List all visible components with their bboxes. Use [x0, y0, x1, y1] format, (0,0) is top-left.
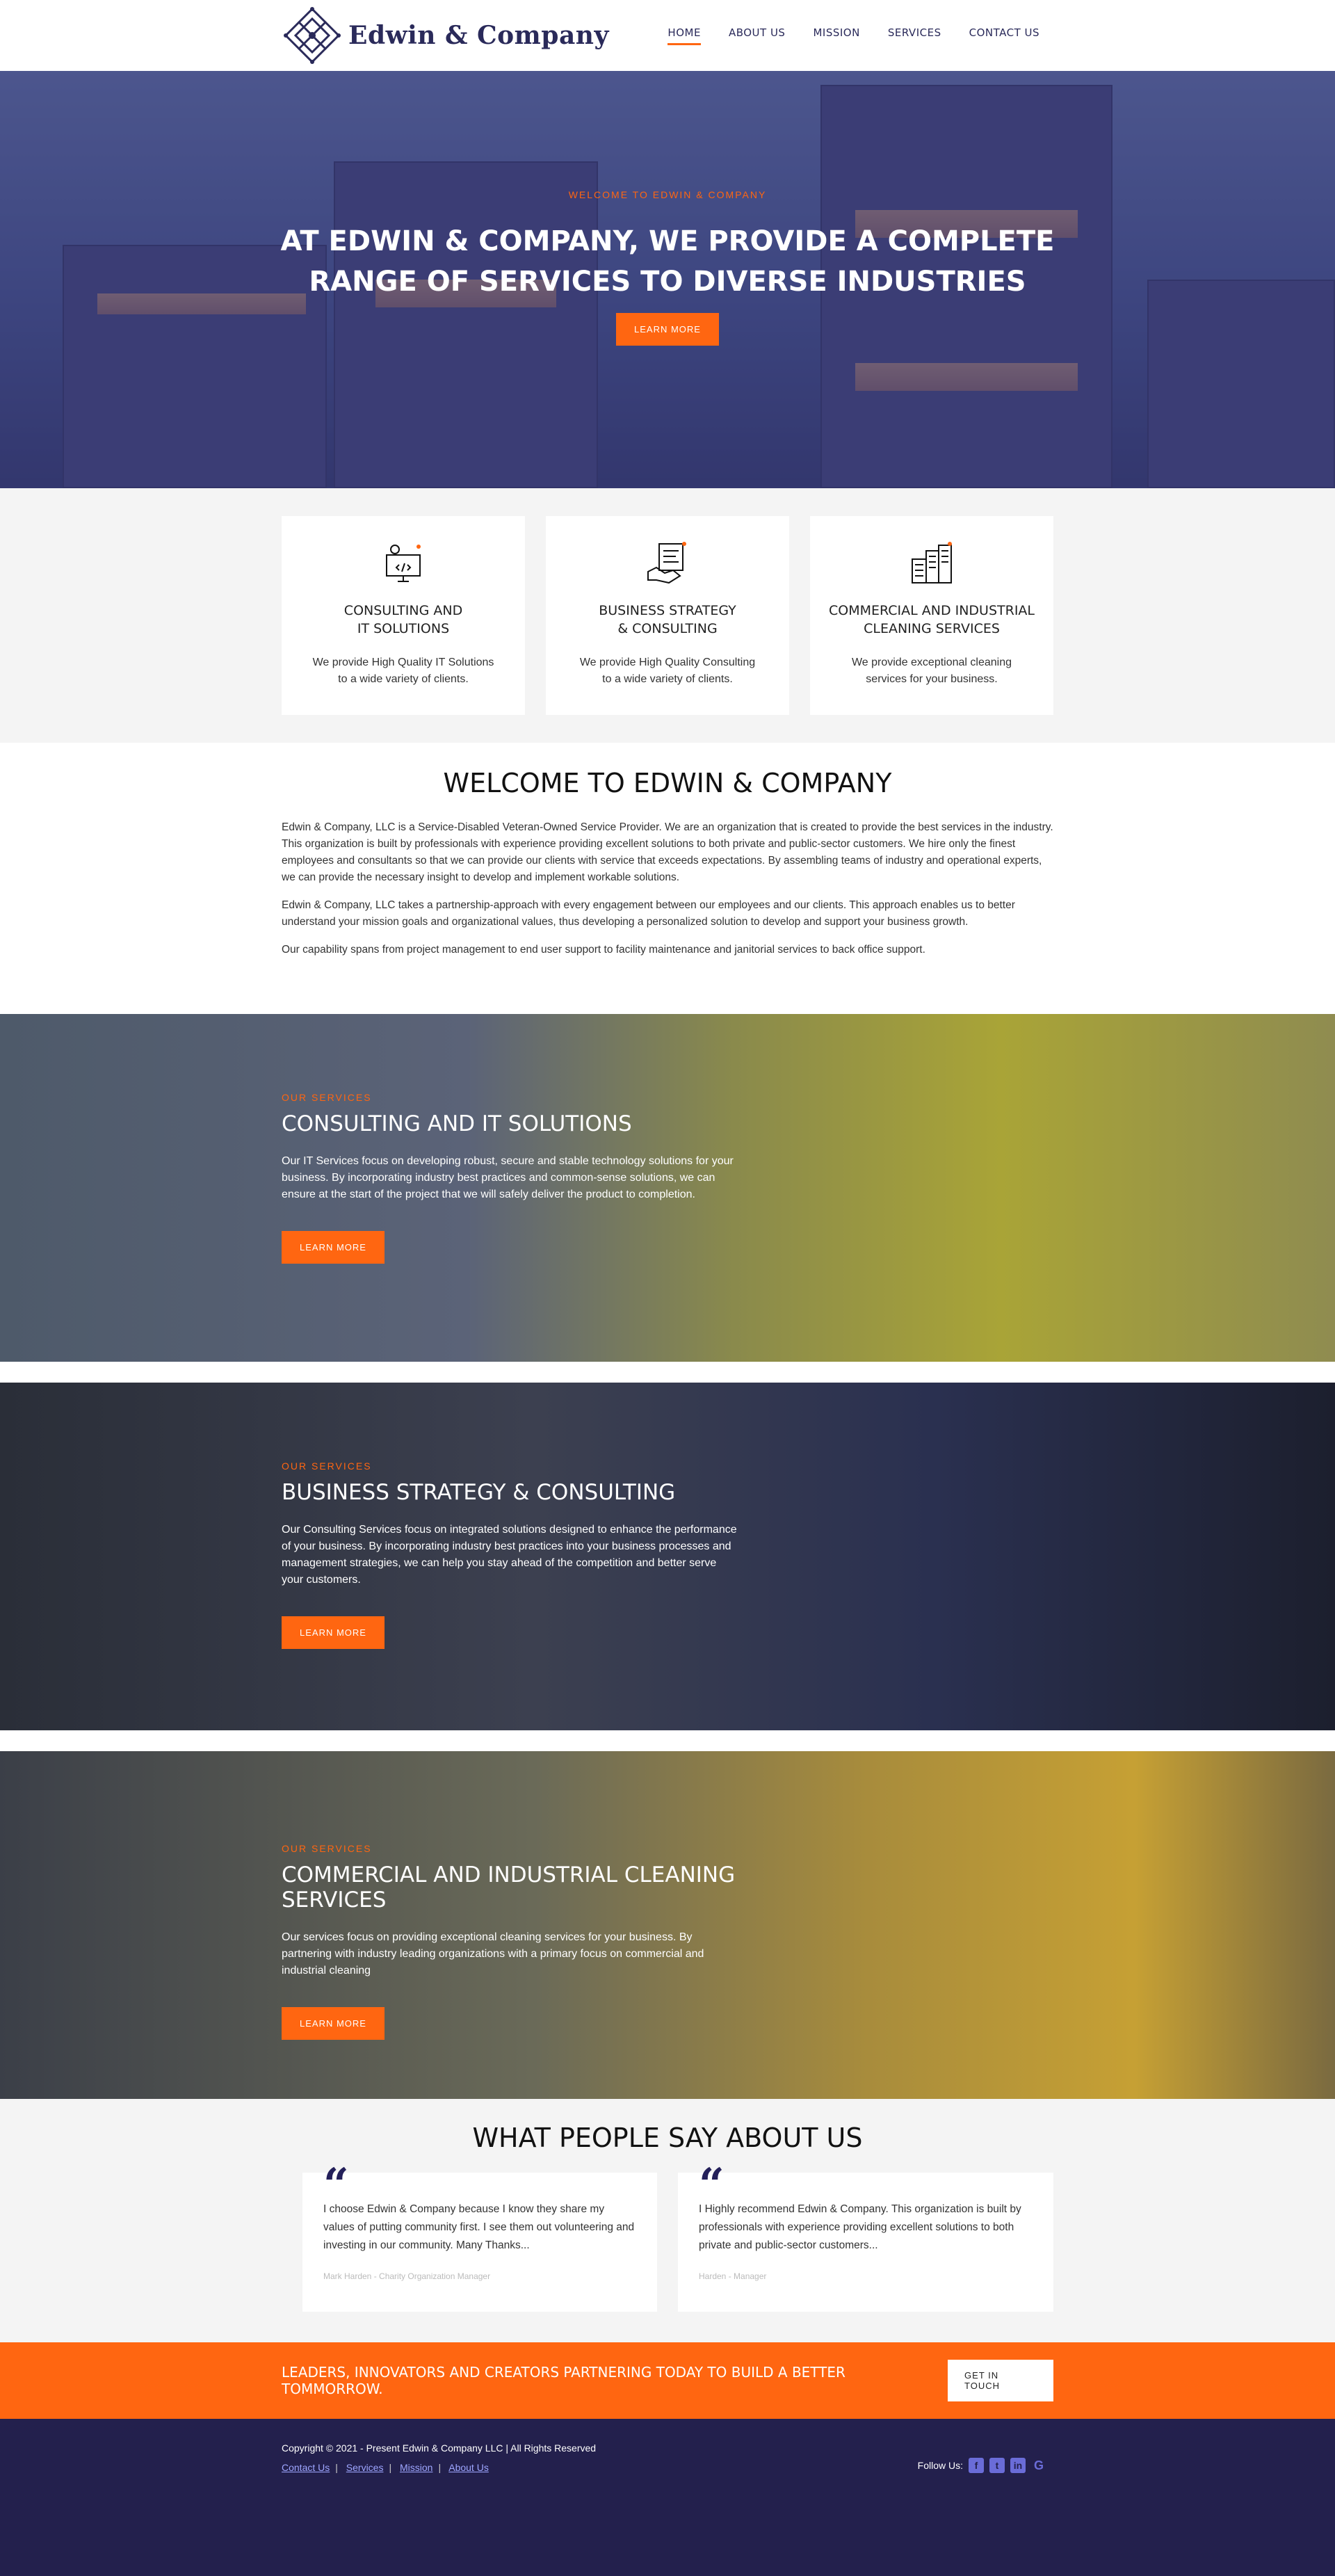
- service-card-cleaning[interactable]: COMMERCIAL AND INDUSTRIAL CLEANING SERVI…: [810, 516, 1053, 715]
- social-links: Follow Us: f t in G: [918, 2458, 1046, 2473]
- hero-title-line-2: RANGE OF SERVICES TO DIVERSE INDUSTRIES: [309, 266, 1026, 298]
- service-card-it[interactable]: CONSULTING AND IT SOLUTIONS We provide H…: [282, 516, 525, 715]
- hero-content: WELCOME TO EDWIN & COMPANY AT EDWIN & CO…: [0, 189, 1335, 346]
- hero-title-line-1: AT EDWIN & COMPANY, WE PROVIDE A COMPLET…: [280, 225, 1055, 257]
- band-title: BUSINESS STRATEGY & CONSULTING: [282, 1480, 676, 1505]
- welcome-paragraph: Edwin & Company, LLC takes a partnership…: [282, 899, 1015, 928]
- card-text: We provide High Quality Consulting to a …: [579, 657, 756, 685]
- band-title: CONSULTING AND IT SOLUTIONS: [282, 1111, 632, 1136]
- footer-link-contact[interactable]: Contact Us: [282, 2462, 330, 2473]
- quote-icon: “: [699, 2159, 725, 2211]
- testimonial-text: I choose Edwin & Company because I know …: [323, 2203, 635, 2251]
- service-cards-section: CONSULTING AND IT SOLUTIONS We provide H…: [0, 488, 1335, 743]
- testimonials-section: WHAT PEOPLE SAY ABOUT US “ I choose Edwi…: [0, 2099, 1335, 2342]
- testimonial-card: “ I choose Edwin & Company because I kno…: [302, 2163, 657, 2312]
- band-title: COMMERCIAL AND INDUSTRIAL CLEANING SERVI…: [282, 1862, 736, 1913]
- it-solutions-icon: [386, 545, 421, 582]
- buildings-icon: [912, 542, 952, 583]
- site-header: Edwin & Company HOME ABOUT US MISSION SE…: [0, 0, 1335, 71]
- footer-links: Contact Us | Services | Mission | About Us: [282, 2462, 489, 2473]
- testimonial-author: Harden - Manager: [699, 2271, 767, 2281]
- band-eyebrow: OUR SERVICES: [282, 1843, 372, 1854]
- learn-more-button[interactable]: LEARN MORE: [282, 1231, 385, 1264]
- get-in-touch-button[interactable]: GET IN TOUCH: [948, 2360, 1053, 2401]
- quote-icon: “: [323, 2159, 349, 2211]
- twitter-icon[interactable]: t: [989, 2458, 1005, 2473]
- linkedin-icon[interactable]: in: [1010, 2458, 1026, 2473]
- logo[interactable]: Edwin & Company: [282, 5, 609, 66]
- band-eyebrow: OUR SERVICES: [282, 1460, 372, 1472]
- nav-contact-us[interactable]: CONTACT US: [969, 26, 1039, 45]
- service-card-strategy[interactable]: BUSINESS STRATEGY & CONSULTING We provid…: [546, 516, 789, 715]
- hero-eyebrow: WELCOME TO EDWIN & COMPANY: [568, 189, 767, 200]
- google-icon[interactable]: G: [1031, 2458, 1046, 2473]
- band-content: OUR SERVICES BUSINESS STRATEGY & CONSULT…: [282, 1460, 741, 1649]
- service-band-cleaning: OUR SERVICES COMMERCIAL AND INDUSTRIAL C…: [0, 1751, 1335, 2099]
- service-band-it: OUR SERVICES CONSULTING AND IT SOLUTIONS…: [0, 1014, 1335, 1362]
- welcome-paragraph: Our capability spans from project manage…: [282, 944, 925, 956]
- band-eyebrow: OUR SERVICES: [282, 1092, 372, 1103]
- card-text: We provide exceptional cleaning services…: [851, 657, 1012, 685]
- band-content: OUR SERVICES CONSULTING AND IT SOLUTIONS…: [282, 1092, 741, 1264]
- card-text: We provide High Quality IT Solutions to …: [312, 657, 494, 685]
- card-title: BUSINESS STRATEGY & CONSULTING: [599, 603, 736, 636]
- facebook-icon[interactable]: f: [969, 2458, 984, 2473]
- hero-banner: WELCOME TO EDWIN & COMPANY AT EDWIN & CO…: [0, 71, 1335, 488]
- hero-title: AT EDWIN & COMPANY, WE PROVIDE A COMPLET…: [0, 221, 1335, 302]
- service-band-strategy: OUR SERVICES BUSINESS STRATEGY & CONSULT…: [0, 1383, 1335, 1730]
- band-text: Our Consulting Services focus on integra…: [282, 1524, 737, 1586]
- testimonials-title: WHAT PEOPLE SAY ABOUT US: [472, 2123, 863, 2153]
- band-text: Our services focus on providing exceptio…: [282, 1931, 704, 1977]
- welcome-section: WELCOME TO EDWIN & COMPANY Edwin & Compa…: [0, 743, 1335, 1014]
- testimonial-author: Mark Harden - Charity Organization Manag…: [323, 2271, 491, 2281]
- brand-name: Edwin & Company: [348, 21, 609, 50]
- learn-more-button[interactable]: LEARN MORE: [282, 1616, 385, 1649]
- nav-services[interactable]: SERVICES: [888, 26, 941, 45]
- footer-link-services[interactable]: Services: [346, 2462, 384, 2473]
- copyright-text: Copyright © 2021 - Present Edwin & Compa…: [282, 2442, 597, 2454]
- footer-link-mission[interactable]: Mission: [400, 2462, 432, 2473]
- site-footer: Copyright © 2021 - Present Edwin & Compa…: [0, 2419, 1335, 2576]
- nav-home[interactable]: HOME: [668, 26, 701, 45]
- strategy-handshake-icon: [647, 542, 686, 584]
- follow-label: Follow Us:: [917, 2460, 963, 2471]
- nav-about-us[interactable]: ABOUT US: [729, 26, 786, 45]
- logo-emblem-icon: [284, 7, 341, 64]
- band-content: OUR SERVICES COMMERCIAL AND INDUSTRIAL C…: [282, 1843, 741, 2040]
- learn-more-button[interactable]: LEARN MORE: [282, 2007, 385, 2040]
- card-title: CONSULTING AND IT SOLUTIONS: [343, 603, 463, 636]
- welcome-paragraph: Edwin & Company, LLC is a Service-Disabl…: [282, 821, 1053, 883]
- testimonial-card: “ I Highly recommend Edwin & Company. Th…: [678, 2163, 1053, 2312]
- testimonial-text: I Highly recommend Edwin & Company. This…: [699, 2203, 1021, 2251]
- main-nav: HOME ABOUT US MISSION SERVICES CONTACT U…: [668, 26, 1039, 45]
- card-title: COMMERCIAL AND INDUSTRIAL CLEANING SERVI…: [828, 603, 1035, 636]
- hero-learn-more-button[interactable]: LEARN MORE: [616, 313, 719, 346]
- footer-link-about[interactable]: About Us: [448, 2462, 489, 2473]
- band-text: Our IT Services focus on developing robu…: [282, 1155, 734, 1200]
- nav-mission[interactable]: MISSION: [813, 26, 859, 45]
- welcome-title: WELCOME TO EDWIN & COMPANY: [443, 768, 892, 798]
- cta-banner: LEADERS, INNOVATORS AND CREATORS PARTNER…: [0, 2342, 1335, 2419]
- cta-text: LEADERS, INNOVATORS AND CREATORS PARTNER…: [282, 2364, 846, 2397]
